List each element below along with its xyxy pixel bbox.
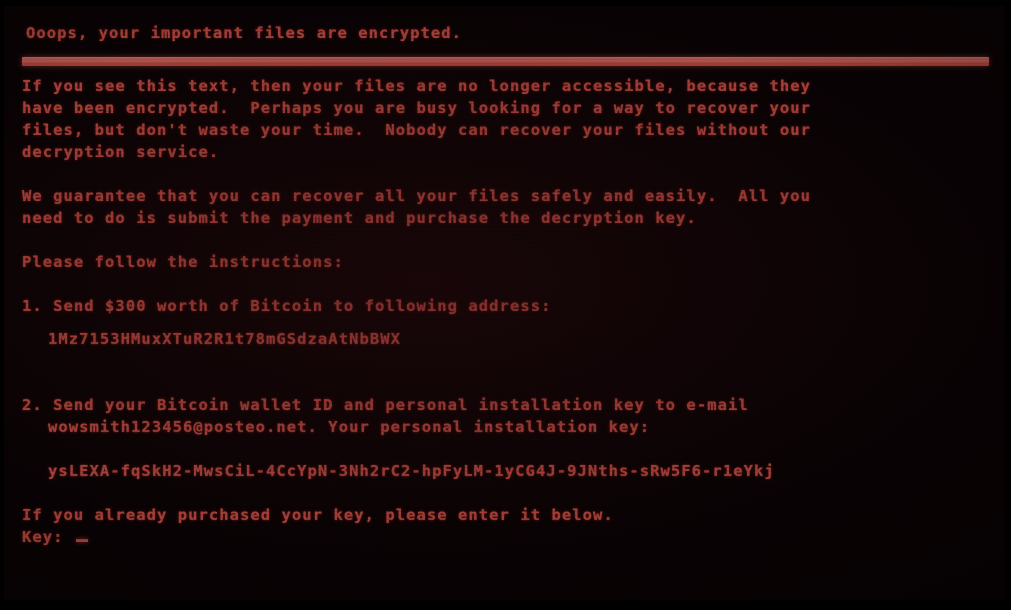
note-line: If you see this text, then your files ar…	[22, 77, 812, 95]
instructions-header: Please follow the instructions:	[22, 253, 344, 271]
ransomware-lock-screen: Ooops, your important files are encrypte…	[0, 0, 1011, 610]
screen-edge-bottom	[0, 600, 1011, 610]
step-1-text: 1. Send $300 worth of Bitcoin to followi…	[22, 297, 552, 315]
separator-bar	[22, 57, 989, 66]
step-2-text-line2: wowsmith123456@posteo.net. Your personal…	[48, 418, 651, 436]
paragraph-encrypted-notice: If you see this text, then your files ar…	[22, 75, 1011, 163]
note-line: files, but don't waste your time. Nobody…	[22, 121, 812, 139]
page-title: Ooops, your important files are encrypte…	[26, 24, 463, 42]
note-line: We guarantee that you can recover all yo…	[22, 187, 812, 205]
note-line: decryption service.	[22, 143, 220, 161]
paragraph-guarantee: We guarantee that you can recover all yo…	[22, 185, 1011, 229]
text-cursor	[75, 539, 88, 542]
key-prompt-label: Key:	[22, 528, 74, 546]
note-line: need to do is submit the payment and pur…	[22, 209, 697, 227]
key-input-row[interactable]: Key:	[22, 526, 1011, 548]
ransom-note-content: Ooops, your important files are encrypte…	[0, 0, 1011, 548]
step-2-text-line1: 2. Send your Bitcoin wallet ID and perso…	[22, 396, 749, 414]
note-line: have been encrypted. Perhaps you are bus…	[22, 99, 812, 117]
bitcoin-address[interactable]: 1Mz7153HMuxXTuR2R1t78mGSdzaAtNbBWX	[22, 328, 1011, 350]
already-purchased-text: If you already purchased your key, pleas…	[22, 506, 614, 524]
installation-key[interactable]: ysLEXA-fqSkH2-MwsCiL-4CcYpN-3Nh2rC2-hpFy…	[22, 460, 1011, 482]
step-2-block: 2. Send your Bitcoin wallet ID and perso…	[22, 394, 1011, 438]
